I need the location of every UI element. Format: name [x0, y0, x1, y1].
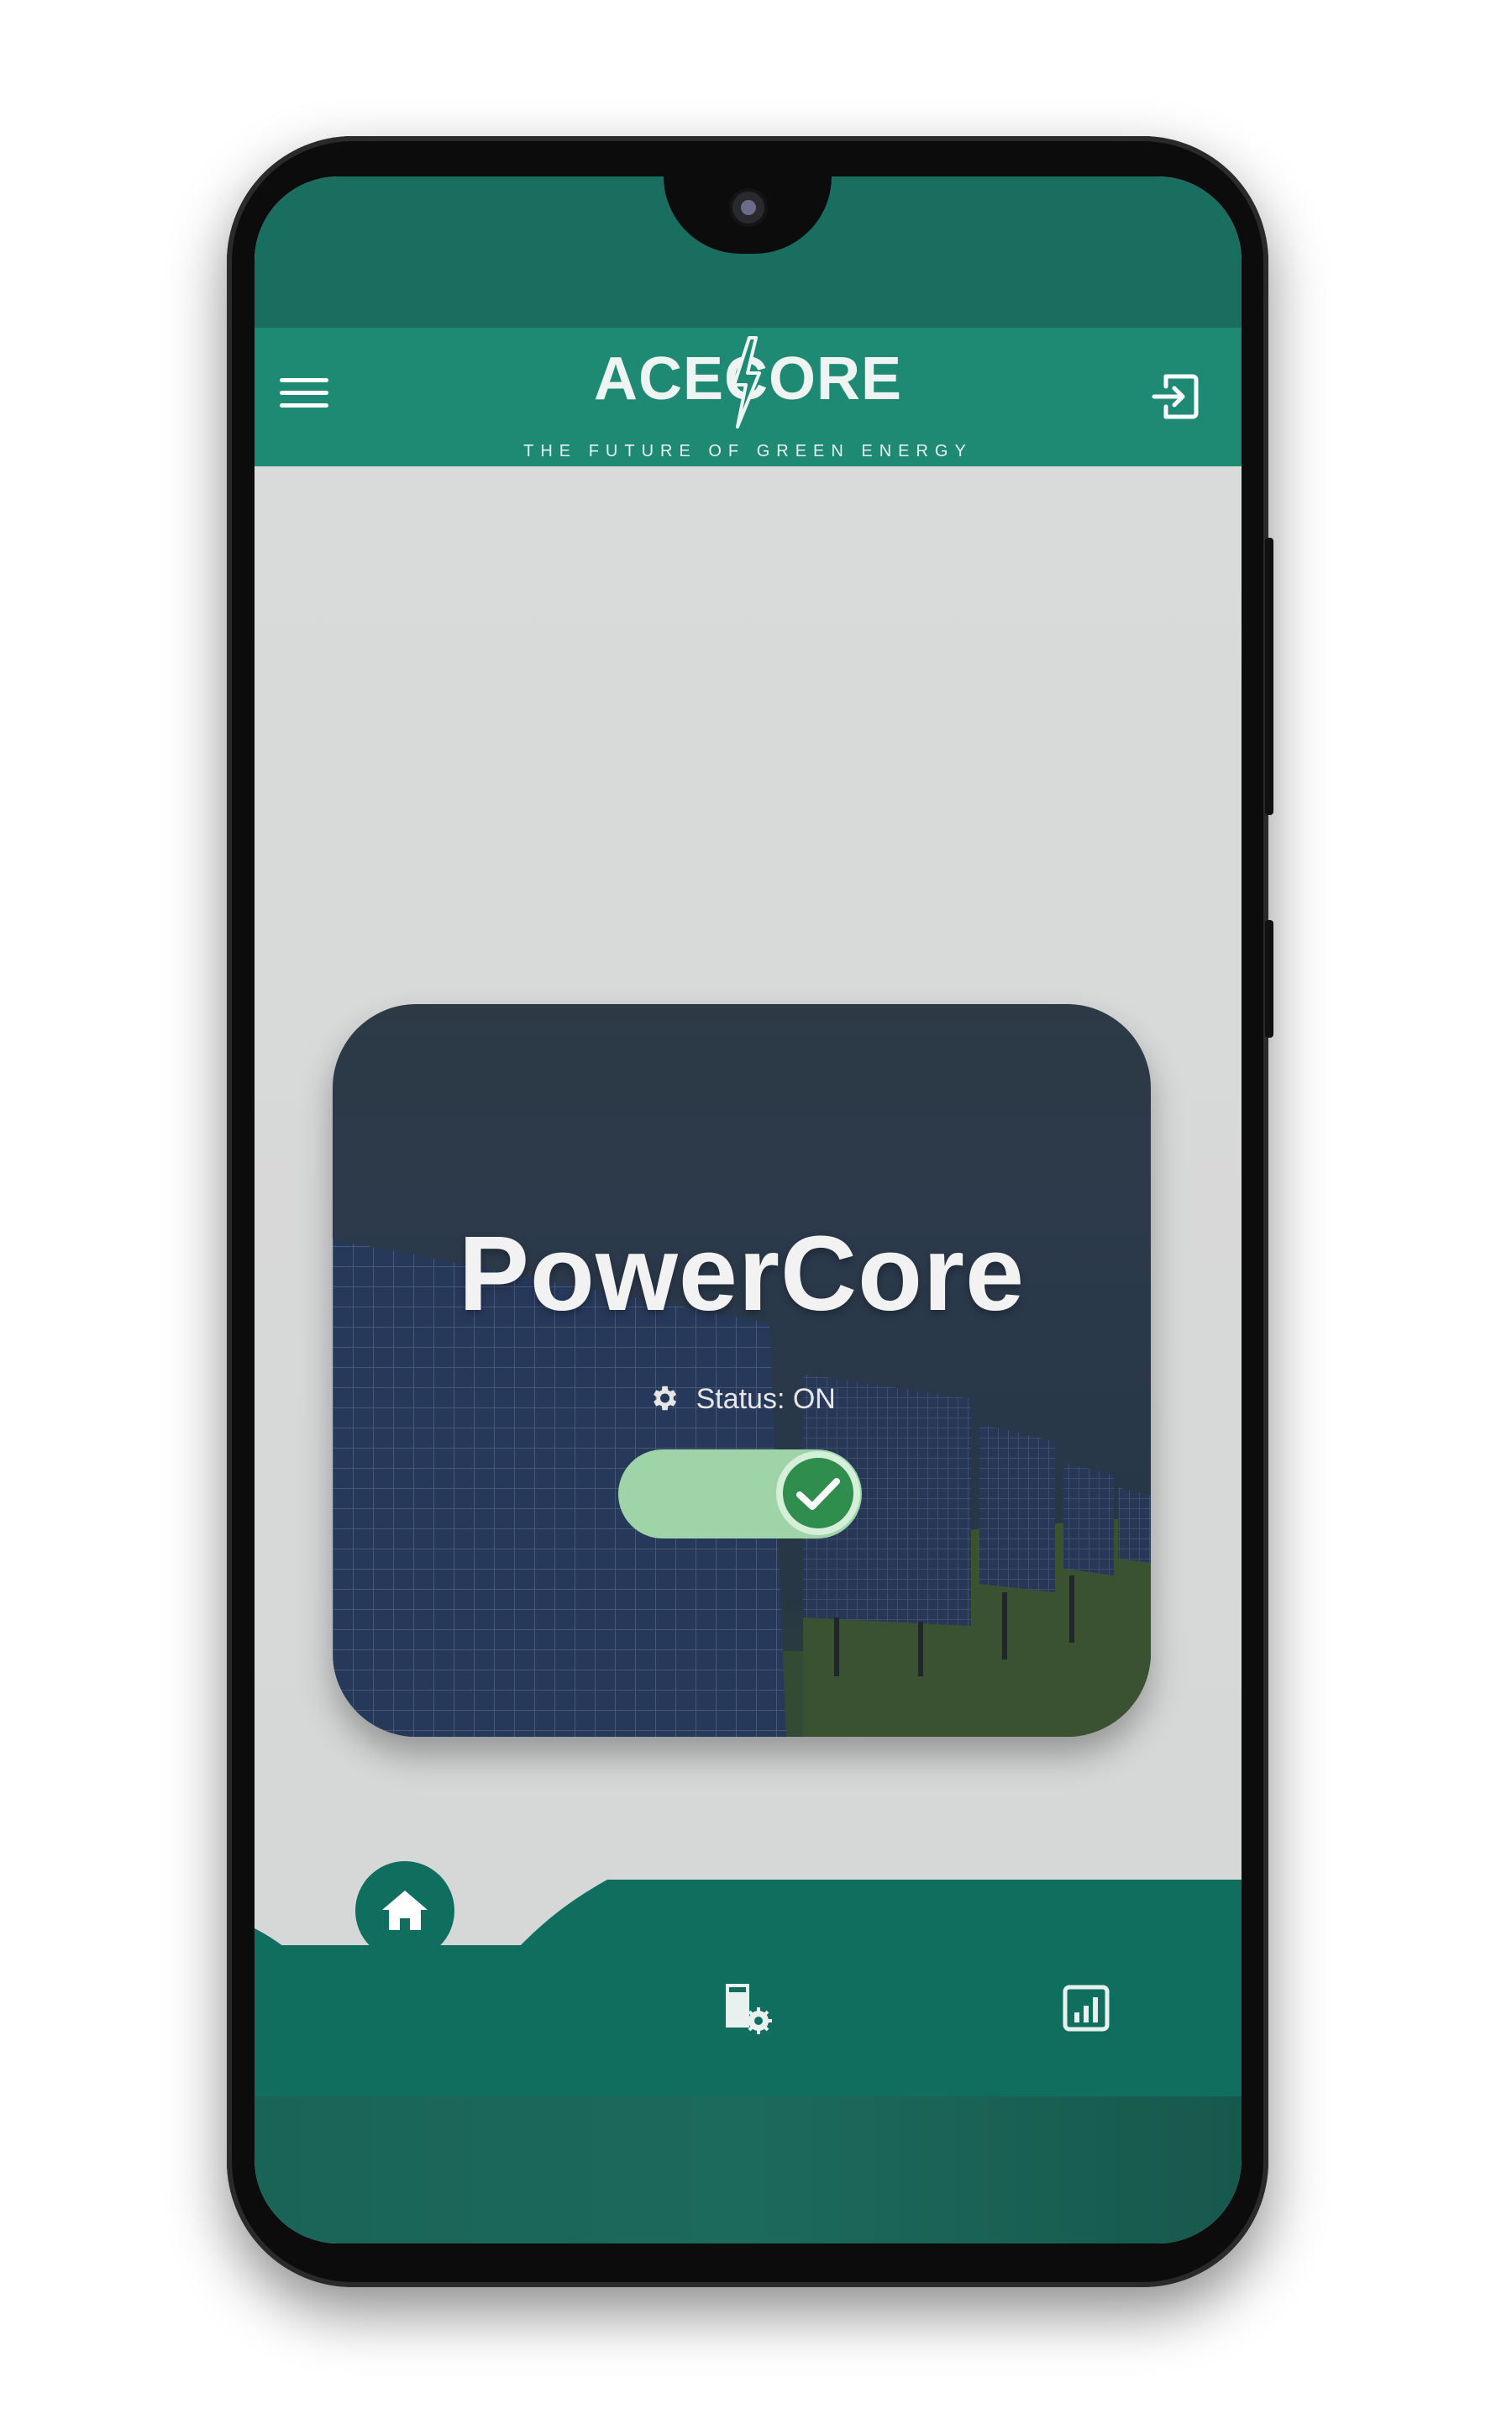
- nav-home-button[interactable]: [355, 1861, 454, 1960]
- checkmark-icon: [796, 1478, 840, 1510]
- home-icon: [382, 1891, 428, 1930]
- gear-icon: [654, 1386, 677, 1411]
- lightning-bolt-icon: [732, 336, 761, 429]
- logout-icon[interactable]: [1151, 371, 1200, 422]
- nav-statistics-button[interactable]: [1057, 1979, 1116, 2038]
- volume-button: [1265, 538, 1273, 815]
- nav-device-settings-button[interactable]: [719, 1979, 778, 2038]
- main-content: PowerCore Status: ON: [255, 466, 1242, 1945]
- status-text: Status: ON: [696, 1383, 836, 1415]
- power-toggle[interactable]: [618, 1449, 862, 1538]
- statistics-icon: [1063, 1985, 1110, 2032]
- bottom-navigation: [255, 1861, 1242, 2096]
- power-button: [1265, 920, 1273, 1038]
- card-title: PowerCore: [458, 1214, 1026, 1333]
- solar-panels-background: [333, 1004, 1151, 1737]
- device-settings-icon: [726, 1984, 772, 2034]
- powercore-card: PowerCore Status: ON: [333, 1004, 1151, 1737]
- app-tagline: THE FUTURE OF GREEN ENERGY: [523, 442, 973, 460]
- front-camera-icon: [729, 188, 768, 227]
- system-navigation-area: [255, 2096, 1242, 2243]
- status-row: Status: ON: [333, 1382, 1151, 1416]
- app-header: ACECORE THE FUTURE OF GREEN ENERGY: [255, 328, 1242, 466]
- phone-screen: ACECORE THE FUTURE OF GREEN ENERGY: [255, 176, 1242, 2243]
- toggle-knob: [776, 1451, 860, 1535]
